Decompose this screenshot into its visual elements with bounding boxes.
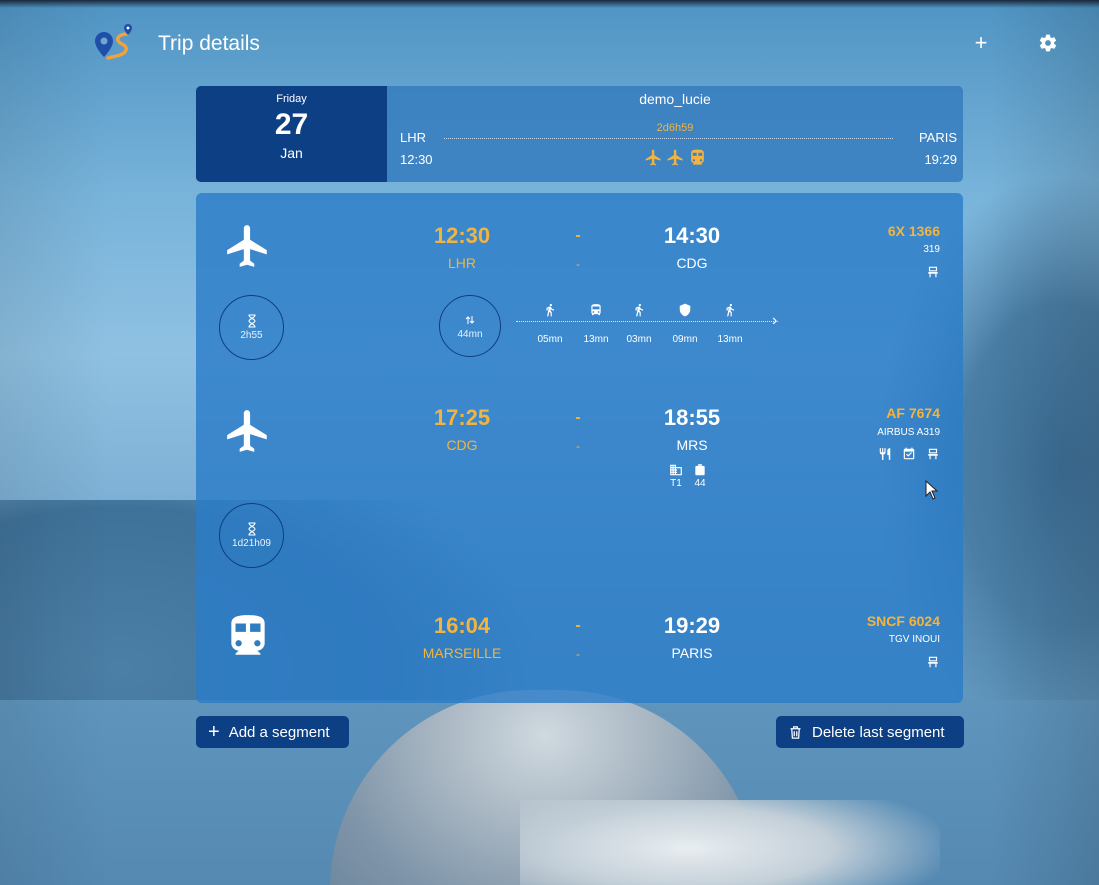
plus-icon: + [208,721,220,743]
segments-card: 12:30 LHR - - 14:30 CDG 6X 1366 319 2h55… [196,193,963,703]
app-logo-icon [95,24,132,60]
step-time: 13mn [717,334,743,345]
page-title: Trip details [158,32,260,55]
connection-total: 44mn [457,328,483,340]
luggage-icon [693,463,707,477]
delete-last-segment-label: Delete last segment [812,723,945,741]
plane-icon [223,221,273,271]
departure-time: 12:30 [433,223,491,248]
day-number: 27 [274,108,309,141]
separator: - [576,439,580,453]
aircraft-type: 319 [923,244,940,255]
terminal-gate-info: T1 44 [669,463,707,489]
app-header: Trip details + [0,0,1099,86]
flight-number: AF 7674 [886,405,940,421]
gate-label: 44 [694,478,706,489]
train-icon [223,611,273,661]
chevron-right-icon: › [772,312,778,329]
day-of-week: Friday [276,93,307,105]
amenities [926,655,940,669]
amenities [878,447,940,461]
train-icon [690,149,704,165]
separator: - [575,227,581,244]
add-trip-button[interactable]: + [968,30,994,56]
security-icon [678,303,692,317]
bus-icon [589,303,603,317]
wait-duration-badge: 1d21h09 [219,503,284,568]
trip-destination: PARIS [918,130,957,145]
walk-icon [543,303,557,317]
arrival-place: PARIS [671,645,713,661]
connection-step: 05mn [530,303,570,345]
month: Jan [280,145,303,161]
departure-place: LHR [447,255,476,271]
gear-icon [1039,34,1057,52]
amenities [926,265,940,279]
step-time: 09mn [672,334,698,345]
plane-icon [667,149,683,166]
plus-icon: + [974,30,988,55]
gate: 44 [693,463,707,489]
walk-icon [632,303,646,317]
trip-modes [387,148,963,167]
terminal-label: T1 [670,478,682,489]
departure-time: 16:04 [433,613,491,638]
seat-icon [926,265,940,279]
building-icon [669,463,683,477]
trip-date: Friday 27 Jan [196,86,387,182]
step-time: 05mn [537,334,563,345]
wait-duration: 2h55 [240,330,263,341]
mouse-cursor-icon [925,480,939,500]
connection-step: 09mn [665,303,705,345]
meal-icon [878,447,892,461]
arrival-place: CDG [676,255,708,271]
departure-time: 17:25 [433,405,491,430]
seat-icon [926,447,940,461]
connection-step: 03mn [619,303,659,345]
wait-duration: 1d21h09 [232,538,271,549]
connection-step: 13mn [710,303,750,345]
train-type: TGV INOUI [888,634,940,645]
wait-duration-badge: 2h55 [219,295,284,360]
hourglass-icon [246,314,258,328]
separator: - [576,647,580,661]
step-time: 13mn [583,334,609,345]
arrival-time: 19:29 [663,613,721,638]
walk-icon [723,303,737,317]
separator: - [575,617,581,634]
connection-badge[interactable]: 44mn [439,295,501,357]
flight-number: 6X 1366 [887,223,940,239]
arrival-time: 18:55 [663,405,721,430]
hourglass-icon [246,522,258,536]
connection-icon [464,313,476,327]
arrival-time: 14:30 [663,223,721,248]
step-time: 03mn [626,334,652,345]
connection-step: 13mn [576,303,616,345]
plane-icon [223,406,273,456]
trip-route-line [444,138,893,139]
departure-place: CDG [446,437,478,453]
settings-button[interactable] [1035,30,1061,56]
trip-origin: LHR [400,130,427,145]
trash-icon [788,725,803,740]
plane-icon [645,149,661,166]
delete-last-segment-button[interactable]: Delete last segment [776,716,964,748]
departure-place: MARSEILLE [422,645,502,661]
seat-icon [926,655,940,669]
arrival-place: MRS [676,437,708,453]
trip-summary-card[interactable]: Friday 27 Jan demo_lucie 2d6h59 LHR 12:3… [196,86,963,182]
train-number: SNCF 6024 [866,613,940,629]
separator: - [576,257,580,271]
terminal: T1 [669,463,683,489]
add-segment-button[interactable]: + Add a segment [196,716,349,748]
trip-duration: 2d6h59 [656,122,694,134]
add-segment-label: Add a segment [228,723,330,741]
separator: - [575,409,581,426]
trip-name: demo_lucie [639,91,711,107]
checkin-icon [902,447,916,461]
aircraft-type: AIRBUS A319 [877,427,940,438]
connection-steps: 05mn 13mn 03mn 09mn 13mn › [516,303,786,349]
